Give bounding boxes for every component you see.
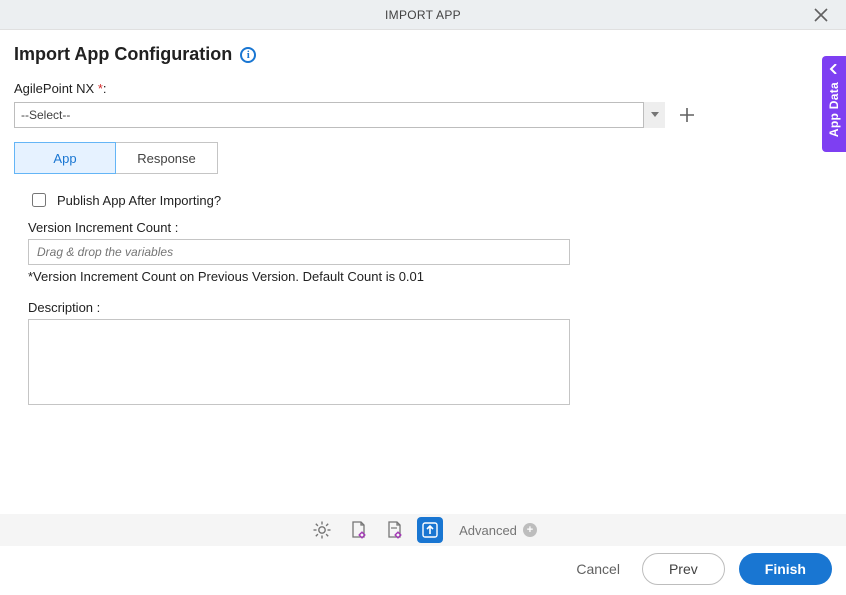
add-icon[interactable]	[677, 105, 697, 125]
page-title: Import App Configuration	[14, 44, 232, 65]
advanced-toggle[interactable]: Advanced +	[459, 523, 537, 538]
prev-button[interactable]: Prev	[642, 553, 725, 585]
button-row: Cancel Prev Finish	[568, 553, 832, 585]
step-doc-gear2-icon[interactable]	[381, 517, 407, 543]
content-area: Import App Configuration i AgilePoint NX…	[0, 30, 846, 408]
page-title-row: Import App Configuration i	[14, 44, 832, 65]
finish-button[interactable]: Finish	[739, 553, 832, 585]
tabs: App Response	[14, 142, 832, 174]
publish-row: Publish App After Importing?	[14, 190, 832, 210]
description-textarea[interactable]	[28, 319, 570, 405]
plus-circle-icon: +	[523, 523, 537, 537]
nx-select-row	[14, 102, 832, 128]
version-block: Version Increment Count : *Version Incre…	[14, 220, 832, 284]
description-block: Description :	[14, 300, 832, 408]
close-icon[interactable]	[806, 0, 836, 30]
app-data-rail[interactable]: App Data	[822, 56, 846, 152]
nx-label: AgilePoint NX *:	[14, 81, 832, 96]
tab-response[interactable]: Response	[116, 142, 218, 174]
description-label: Description :	[28, 300, 832, 315]
titlebar: IMPORT APP	[0, 0, 846, 30]
window-title: IMPORT APP	[385, 8, 461, 22]
vic-help-text: *Version Increment Count on Previous Ver…	[28, 269, 832, 284]
vic-label: Version Increment Count :	[28, 220, 832, 235]
rail-label: App Data	[827, 82, 841, 137]
info-icon[interactable]: i	[240, 47, 256, 63]
nx-colon: :	[103, 81, 107, 96]
cancel-button[interactable]: Cancel	[568, 555, 628, 583]
nx-select-input[interactable]	[14, 102, 665, 128]
nx-label-text: AgilePoint NX	[14, 81, 94, 96]
publish-label: Publish App After Importing?	[57, 193, 221, 208]
step-bar: Advanced +	[0, 514, 846, 546]
step-import-icon[interactable]	[417, 517, 443, 543]
chevron-left-icon	[829, 64, 839, 74]
step-settings-icon[interactable]	[309, 517, 335, 543]
publish-checkbox[interactable]	[32, 193, 46, 207]
step-doc-gear-icon[interactable]	[345, 517, 371, 543]
advanced-label: Advanced	[459, 523, 517, 538]
chevron-down-icon[interactable]	[643, 102, 665, 128]
vic-input[interactable]	[28, 239, 570, 265]
tab-app[interactable]: App	[14, 142, 116, 174]
nx-select[interactable]	[14, 102, 665, 128]
